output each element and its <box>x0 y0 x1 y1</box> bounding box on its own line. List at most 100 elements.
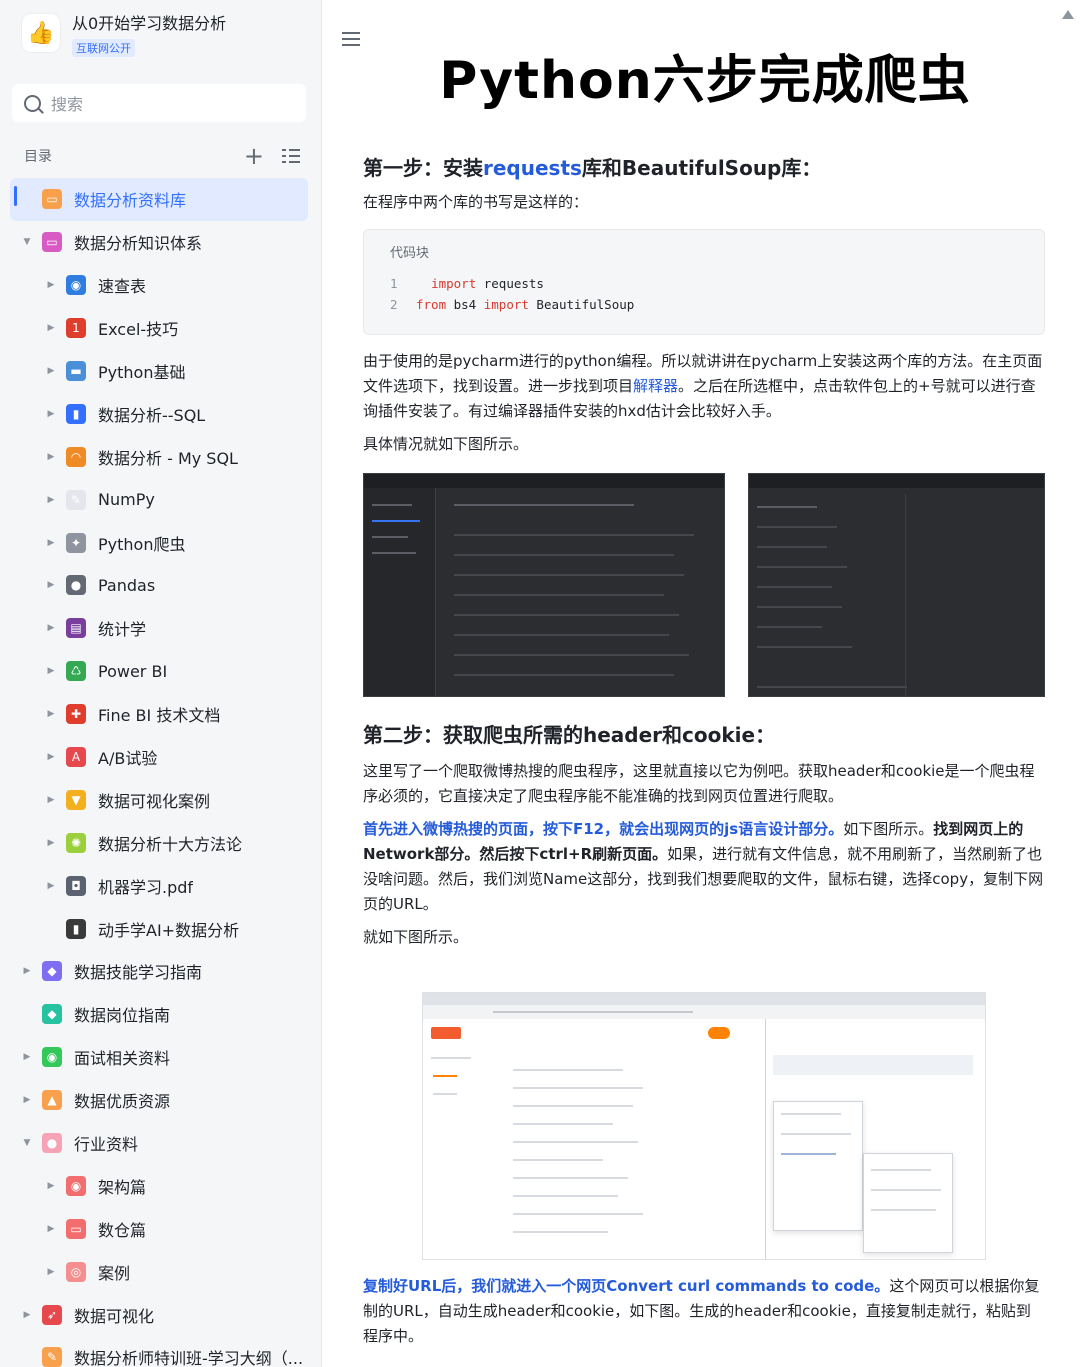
sidebar-item-label: 速查表 <box>98 277 147 297</box>
code-line: 2 from bs4 import BeautifulSoup <box>390 297 635 312</box>
sidebar-item-label: 数据岗位指南 <box>74 1006 171 1026</box>
caret-right-icon[interactable]: ▶ <box>44 752 58 762</box>
doc-icon: ▲ <box>42 1090 62 1111</box>
sidebar-item[interactable]: ▶ ◘ 机器学习.pdf <box>10 864 308 907</box>
outline-list-icon[interactable] <box>282 148 300 164</box>
caret-right-icon[interactable]: ▶ <box>44 838 58 848</box>
toc-title: 目录 <box>24 149 52 165</box>
caret-right-icon[interactable]: ▶ <box>44 323 58 333</box>
sidebar-item[interactable]: ▶ 1 Excel-技巧 <box>10 307 308 350</box>
sidebar-item[interactable]: ▶ ▲ 数据优质资源 <box>10 1079 308 1122</box>
sidebar-item[interactable]: ▶ ◉ 架构篇 <box>10 1164 308 1207</box>
doc-icon: ▭ <box>42 232 62 253</box>
caret-right-icon[interactable]: ▶ <box>44 795 58 805</box>
caret-right-icon[interactable]: ▶ <box>20 1310 34 1320</box>
sidebar-item-label: 数据技能学习指南 <box>74 963 203 983</box>
sidebar-item-label: 数据分析 - My SQL <box>98 448 238 468</box>
caret-right-icon[interactable]: ▶ <box>44 366 58 376</box>
caret-down-icon[interactable]: ▼ <box>20 237 34 247</box>
sidebar-item-label: Power BI <box>98 661 168 681</box>
doc-icon: ◉ <box>66 275 86 296</box>
sidebar-item-label: 机器学习.pdf <box>98 877 194 897</box>
sidebar-item[interactable]: ▶ ▼ 数据可视化案例 <box>10 778 308 821</box>
sidebar-item[interactable]: ▶ A A/B试验 <box>10 736 308 779</box>
caret-right-icon[interactable]: ▶ <box>44 452 58 462</box>
sidebar-item-label: 数据分析知识体系 <box>74 234 203 254</box>
sidebar-item[interactable]: ▶ ✦ Python爬虫 <box>10 521 308 564</box>
caret-down-icon[interactable]: ▼ <box>20 1138 34 1148</box>
code-block[interactable]: 代码块 1 import requests 2 from bs4 import Be… <box>363 229 1045 335</box>
interpreter-link[interactable]: 解释器 <box>633 377 678 395</box>
caret-right-icon[interactable]: ▶ <box>20 966 34 976</box>
caret-right-icon[interactable]: ▶ <box>44 881 58 891</box>
sidebar-item[interactable]: ▼ ▭ 数据分析知识体系 <box>10 221 308 264</box>
sidebar-item[interactable]: ▶ ✚ Fine BI 技术文档 <box>10 693 308 736</box>
sidebar-item[interactable]: ▶ ✺ 数据分析十大方法论 <box>10 821 308 864</box>
doc-icon: ◆ <box>42 1004 62 1025</box>
sidebar-item-label: 动手学AI+数据分析 <box>98 920 240 940</box>
caret-right-icon[interactable]: ▶ <box>44 495 58 505</box>
step2-para3: 就如下图所示。 <box>363 928 469 946</box>
caret-right-icon[interactable]: ▶ <box>44 623 58 633</box>
sidebar-item[interactable]: ▶ ◉ 面试相关资料 <box>10 1036 308 1079</box>
sidebar-item[interactable]: ▶ ✎ NumPy <box>10 478 308 521</box>
sidebar-item[interactable]: ▶ ♺ Power BI <box>10 650 308 693</box>
pycharm-settings-screenshot[interactable] <box>363 473 725 697</box>
weibo-devtools-screenshot[interactable] <box>422 992 986 1260</box>
step2-para4: 复制好URL后，我们就进入一个网页Convert curl commands t… <box>363 1277 1040 1345</box>
step1-para2: 具体情况就如下图所示。 <box>363 435 529 453</box>
sidebar-item-label: 数仓篇 <box>98 1220 147 1240</box>
sidebar-item[interactable]: ▶ ▬ Python基础 <box>10 350 308 393</box>
sidebar-item[interactable]: ▶ ▭ 数仓篇 <box>10 1207 308 1250</box>
sidebar-item[interactable]: ▶ ◆ 数据技能学习指南 <box>10 950 308 993</box>
doc-icon: 1 <box>66 318 86 339</box>
sidebar-item[interactable]: ▶ ◉ 速查表 <box>10 264 308 307</box>
doc-icon: ♺ <box>66 661 86 682</box>
search-icon <box>24 94 41 112</box>
doc-icon: ✺ <box>66 832 86 853</box>
caret-right-icon[interactable]: ▶ <box>44 1267 58 1277</box>
caret-right-icon[interactable]: ▶ <box>44 709 58 719</box>
sidebar-item[interactable]: ▼ ● 行业资料 <box>10 1122 308 1165</box>
sidebar-item-label: Pandas <box>98 575 156 595</box>
sidebar-item[interactable]: ▶ ● Pandas <box>10 564 308 607</box>
caret-right-icon[interactable]: ▶ <box>44 666 58 676</box>
caret-right-icon[interactable]: ▶ <box>44 580 58 590</box>
sidebar-item-label: Python爬虫 <box>98 534 186 554</box>
sidebar-item-label: 数据分析师特训班-学习大纲（... <box>74 1349 304 1367</box>
thumbs-up-icon: 👍 <box>22 14 60 52</box>
sidebar-item[interactable]: ▶ ◠ 数据分析 - My SQL <box>10 435 308 478</box>
caret-right-icon[interactable]: ▶ <box>20 1095 34 1105</box>
scroll-up-icon[interactable] <box>1062 10 1074 19</box>
sidebar-item[interactable]: ▭ 数据分析资料库 <box>10 178 308 221</box>
step1-heading: 第一步：安装requests库和BeautifulSoup库： <box>363 156 822 180</box>
sidebar-item[interactable]: ▶ ▮ 数据分析--SQL <box>10 392 308 435</box>
doc-icon: ◎ <box>66 1261 86 1282</box>
sidebar-item[interactable]: ▶ ▤ 统计学 <box>10 607 308 650</box>
sidebar-item[interactable]: ▶ ◎ 案例 <box>10 1250 308 1293</box>
doc-icon: ◆ <box>42 961 62 982</box>
sidebar-item-label: A/B试验 <box>98 749 158 769</box>
sidebar-item[interactable]: ▶ ➶ 数据可视化 <box>10 1293 308 1336</box>
step1-para1: 由于使用的是pycharm进行的python编程。所以就讲讲在pycharm上安… <box>363 352 1043 420</box>
add-icon[interactable]: + <box>244 144 264 168</box>
doc-icon: ● <box>66 575 86 596</box>
workspace-header[interactable]: 👍 从0开始学习数据分析 互联网公开 <box>22 14 226 57</box>
sidebar-item[interactable]: ▮ 动手学AI+数据分析 <box>10 907 308 950</box>
caret-right-icon[interactable]: ▶ <box>44 280 58 290</box>
doc-icon: ● <box>42 1133 62 1154</box>
caret-right-icon[interactable]: ▶ <box>20 1052 34 1062</box>
sidebar-item[interactable]: ◆ 数据岗位指南 <box>10 993 308 1036</box>
sidebar-item[interactable]: ✎ 数据分析师特训班-学习大纲（... <box>10 1336 308 1367</box>
package-list-screenshot[interactable] <box>748 473 1045 697</box>
search-box[interactable]: 搜索 <box>12 84 306 122</box>
caret-right-icon[interactable]: ▶ <box>44 538 58 548</box>
sidebar-item-label: 案例 <box>98 1263 131 1283</box>
caret-right-icon[interactable]: ▶ <box>44 409 58 419</box>
toc-header: 目录 + <box>24 144 300 168</box>
caret-right-icon[interactable]: ▶ <box>44 1224 58 1234</box>
doc-icon: ➶ <box>42 1304 62 1325</box>
doc-icon: ▮ <box>66 403 86 424</box>
doc-icon: A <box>66 747 86 768</box>
caret-right-icon[interactable]: ▶ <box>44 1181 58 1191</box>
